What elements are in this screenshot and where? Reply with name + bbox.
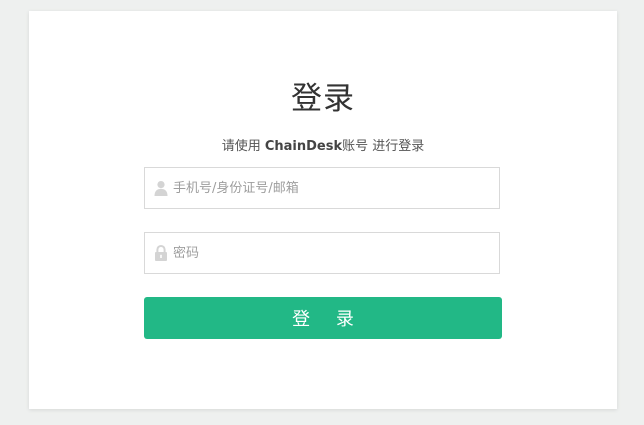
password-field[interactable] [144,232,500,274]
password-input[interactable] [173,233,493,273]
subtitle-suffix: 账号 进行登录 [342,139,425,154]
brand-name: ChainDesk [264,139,343,154]
account-input[interactable] [173,168,493,208]
login-subtitle: 请使用 ChainDesk账号 进行登录 [29,138,617,156]
account-field[interactable] [144,167,500,209]
subtitle-prefix: 请使用 [221,139,265,154]
lock-icon [154,244,168,261]
login-button[interactable]: 登 录 [144,297,502,339]
user-icon [154,180,168,196]
login-card: 登录 请使用 ChainDesk账号 进行登录 登 录 [29,11,617,409]
page-title: 登录 [291,81,355,117]
